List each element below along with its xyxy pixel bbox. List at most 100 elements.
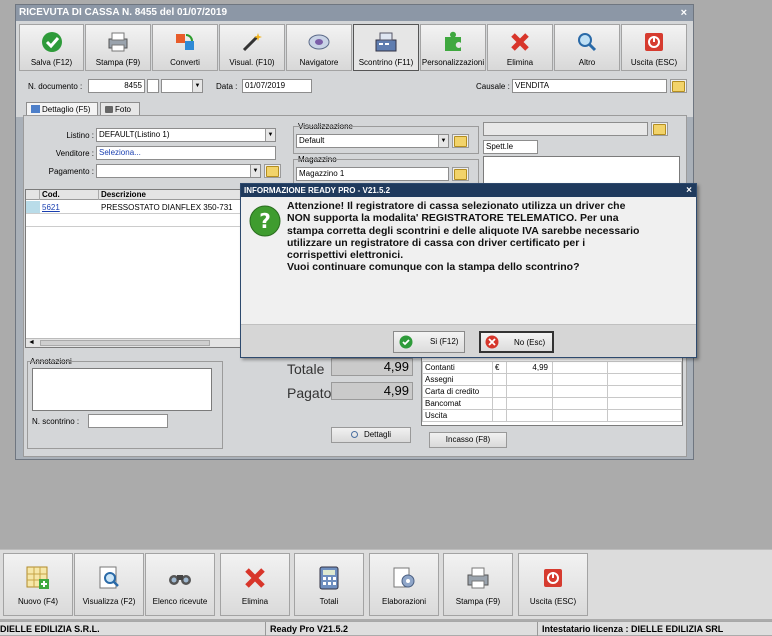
listino-select[interactable]: DEFAULT(Listino 1) ▼ (96, 128, 276, 142)
stampa-button[interactable]: Stampa (F9) (443, 553, 513, 616)
exit-button[interactable]: Uscita (ESC) (621, 24, 687, 71)
scroll-left-icon[interactable]: ◄ (28, 339, 35, 346)
payment-row-assegni[interactable]: Assegni (422, 373, 682, 386)
items-grid[interactable]: Cod. Descrizione 5621 PRESSOSTATO DIANFL… (25, 189, 261, 348)
printer-icon (464, 564, 492, 592)
visual-button[interactable]: Visual. (F10) (219, 24, 285, 71)
doc-suffix-field[interactable] (147, 79, 159, 93)
navigator-button[interactable]: Navigatore (286, 24, 352, 71)
convert-button[interactable]: Converti (152, 24, 218, 71)
dialog-message: Attenzione! Il registratore di cassa sel… (287, 200, 640, 274)
info-dialog: INFORMAZIONE READY PRO - V21.5.2 × ? Att… (240, 183, 697, 358)
cash-register-icon (374, 30, 398, 54)
folder-icon (653, 123, 666, 135)
process-icon (390, 564, 418, 592)
check-icon (40, 30, 64, 54)
elimina-button[interactable]: Elimina (220, 553, 290, 616)
uscita-button[interactable]: Uscita (ESC) (518, 553, 588, 616)
table-row[interactable] (26, 215, 260, 227)
chevron-down-icon: ▼ (192, 80, 202, 92)
doc-number-field[interactable]: 8455 (88, 79, 145, 93)
venditore-label: Venditore : (55, 149, 94, 158)
payment-row-uscita[interactable]: Uscita (422, 409, 682, 422)
causale-browse-button[interactable] (670, 79, 687, 93)
window-close-icon[interactable]: × (681, 5, 687, 21)
altro-button[interactable]: Altro (554, 24, 620, 71)
visualizzazione-browse-button[interactable] (452, 134, 469, 148)
dettagli-button[interactable]: Dettagli (331, 427, 411, 443)
magnifier-icon (350, 431, 358, 438)
venditore-field[interactable]: Seleziona... (96, 146, 276, 160)
pagamento-browse-button[interactable] (264, 164, 281, 178)
payment-row-carta[interactable]: Carta di credito (422, 385, 682, 398)
grid-header-descrizione: Descrizione (101, 190, 146, 199)
table-row[interactable]: 5621 PRESSOSTATO DIANFLEX 350-731 (26, 201, 260, 214)
no-button[interactable]: No (Esc) (479, 331, 554, 353)
wand-icon (240, 30, 264, 54)
date-field[interactable]: 01/07/2019 (242, 79, 312, 93)
elenco-ricevute-button[interactable]: Elenco ricevute (145, 553, 215, 616)
scroll-thumb[interactable] (40, 340, 210, 346)
calculator-icon (315, 564, 343, 592)
delete-x-icon (508, 30, 532, 54)
yes-button[interactable]: Si (F12) (393, 331, 465, 353)
causale-field[interactable]: VENDITA (512, 79, 667, 93)
scontrino-button[interactable]: Scontrino (F11) (353, 24, 419, 71)
new-grid-icon (24, 564, 52, 592)
table-icon (31, 105, 40, 113)
svg-text:?: ? (259, 209, 271, 233)
magazzino-field[interactable]: Magazzino 1 (296, 167, 449, 181)
customer-search-field[interactable] (483, 122, 648, 136)
window-title: RICEVUTA DI CASSA N. 8455 del 01/07/2019 (16, 5, 693, 21)
pagamento-select[interactable]: ▼ (96, 164, 261, 178)
chevron-down-icon: ▼ (438, 135, 448, 147)
check-icon (399, 335, 413, 357)
navigator-icon (307, 30, 331, 54)
annotazioni-textarea[interactable] (32, 368, 212, 411)
spett-label: Spett.le (483, 140, 538, 154)
dialog-button-bar: Si (F12) No (Esc) (241, 324, 696, 357)
magnifier-icon (575, 30, 599, 54)
question-icon: ? (249, 205, 281, 239)
delete-x-icon (241, 564, 269, 592)
view-doc-icon (95, 564, 123, 592)
horizontal-scrollbar[interactable]: ◄ (26, 338, 260, 347)
date-label: Data : (216, 82, 238, 91)
doc-number-label: N. documento : (28, 82, 83, 91)
print-button[interactable]: Stampa (F9) (85, 24, 151, 71)
chevron-down-icon: ▼ (250, 165, 260, 177)
folder-icon (266, 165, 279, 177)
payment-row-contanti[interactable]: Contanti €4,99 (422, 361, 682, 374)
dialog-close-icon[interactable]: × (686, 184, 692, 197)
item-code-link[interactable]: 5621 (42, 203, 60, 212)
main-toolbar: Salva (F12) Stampa (F9) Converti Visual.… (16, 21, 693, 73)
folder-icon (454, 135, 467, 147)
grid-header-cod: Cod. (42, 190, 60, 199)
camera-icon (105, 106, 113, 113)
status-company: DIELLE EDILIZIA S.R.L. (0, 624, 100, 634)
totali-button[interactable]: Totali (294, 553, 364, 616)
doc-series-select[interactable]: ▼ (161, 79, 203, 93)
delete-button[interactable]: Elimina (487, 24, 553, 71)
convert-icon (173, 30, 197, 54)
personalizzazioni-button[interactable]: Personalizzazioni (420, 24, 486, 71)
printer-icon (106, 30, 130, 54)
binoculars-icon (166, 564, 194, 592)
chevron-down-icon: ▼ (265, 129, 275, 141)
dialog-title: INFORMAZIONE READY PRO - V21.5.2 (241, 184, 696, 197)
incasso-button[interactable]: Incasso (F8) (429, 432, 507, 448)
causale-label: Causale : (476, 82, 510, 91)
magazzino-browse-button[interactable] (452, 167, 469, 181)
save-button[interactable]: Salva (F12) (19, 24, 84, 71)
payments-table[interactable]: Contanti €4,99 Assegni Carta di credito B… (421, 356, 683, 426)
payment-row-bancomat[interactable]: Bancomat (422, 397, 682, 410)
scontrino-field[interactable] (88, 414, 168, 428)
folder-icon (672, 80, 685, 92)
listino-label: Listino : (66, 131, 94, 140)
visualizzazione-select[interactable]: Default ▼ (296, 134, 449, 148)
new-button[interactable]: Nuovo (F4) (3, 553, 73, 616)
elaborazioni-button[interactable]: Elaborazioni (369, 553, 439, 616)
visualizza-button[interactable]: Visualizza (F2) (74, 553, 144, 616)
customer-browse-button[interactable] (651, 122, 668, 136)
pagamento-label: Pagamento : (48, 167, 94, 176)
